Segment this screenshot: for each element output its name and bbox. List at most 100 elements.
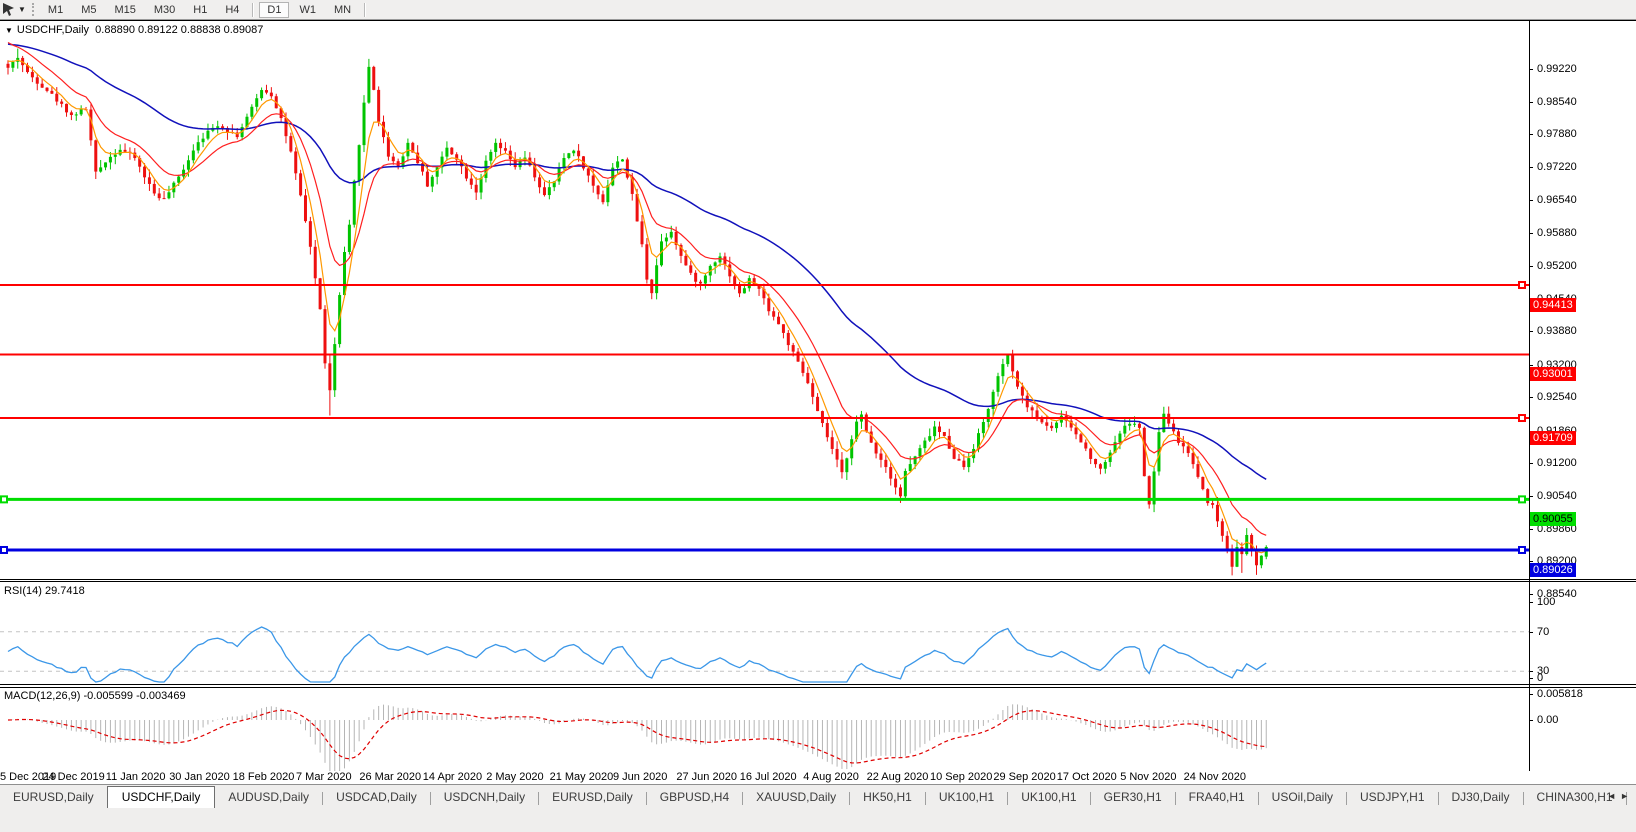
chart-tab-dj30-daily[interactable]: DJ30,Daily xyxy=(1439,788,1523,807)
chart-tab-bar: EURUSD,DailyUSDCHF,DailyAUDUSD,DailyUSDC… xyxy=(0,784,1636,832)
chart-tabs: EURUSD,DailyUSDCHF,DailyAUDUSD,DailyUSDC… xyxy=(0,785,1636,808)
timeframe-button-M1[interactable]: M1 xyxy=(40,2,71,18)
macd-tick-0.005818: 0.005818 xyxy=(1537,688,1583,700)
date-label: 14 Apr 2020 xyxy=(423,771,482,783)
rsi-panel[interactable] xyxy=(0,582,1529,684)
tab-scroll-arrows: ◄► xyxy=(1607,791,1633,801)
chart-tab-uk100-h1[interactable]: UK100,H1 xyxy=(1008,788,1089,807)
price-tick-0.92540: 0.92540 xyxy=(1537,391,1577,403)
timeframe-toolbar: ▼ M1M5M15M30H1H4 D1W1MN xyxy=(0,0,1636,20)
hline-handle-right[interactable] xyxy=(1519,282,1525,288)
date-scale[interactable]: 5 Dec 201924 Dec 201911 Jan 202030 Jan 2… xyxy=(0,771,1636,784)
hline-handle-left[interactable] xyxy=(1,496,7,502)
price-tick-0.98540: 0.98540 xyxy=(1537,96,1577,108)
scale-tick xyxy=(1529,632,1533,633)
macd-histogram-group xyxy=(8,704,1266,775)
cursor-tool-icon[interactable] xyxy=(1,2,17,18)
hline-price-label-0.90055: 0.90055 xyxy=(1530,512,1576,526)
date-label: 2 May 2020 xyxy=(486,771,543,783)
macd-tick-0.00: 0.00 xyxy=(1537,714,1558,726)
toolbar-divider xyxy=(252,3,254,17)
timeframe-button-D1[interactable]: D1 xyxy=(259,2,289,18)
date-label: 4 Aug 2020 xyxy=(803,771,859,783)
timeframe-button-M15[interactable]: M15 xyxy=(106,2,143,18)
chart-tab-usdchf-daily[interactable]: USDCHF,Daily xyxy=(107,786,216,808)
chart-tab-fra40-h1[interactable]: FRA40,H1 xyxy=(1176,788,1258,807)
scale-tick xyxy=(1529,69,1533,70)
hline-handle-right[interactable] xyxy=(1519,415,1525,421)
macd-label: MACD(12,26,9) -0.005599 -0.003469 xyxy=(4,690,186,702)
date-label: 17 Oct 2020 xyxy=(1057,771,1117,783)
hline-price-label-0.91709: 0.91709 xyxy=(1530,431,1576,445)
price-tick-0.90540: 0.90540 xyxy=(1537,490,1577,502)
timeframe-button-H1[interactable]: H1 xyxy=(185,2,215,18)
date-label: 7 Mar 2020 xyxy=(296,771,352,783)
chart-tab-eurusd-daily[interactable]: EURUSD,Daily xyxy=(539,788,646,807)
chart-tab-usdcnh-daily[interactable]: USDCNH,Daily xyxy=(431,788,538,807)
date-label: 26 Mar 2020 xyxy=(359,771,421,783)
tab-scroll-left-icon[interactable]: ◄ xyxy=(1607,791,1620,801)
chart-tab-ger30-h1[interactable]: GER30,H1 xyxy=(1091,788,1175,807)
chart-tab-usdcad-daily[interactable]: USDCAD,Daily xyxy=(323,788,430,807)
cursor-tool-caret-icon[interactable]: ▼ xyxy=(18,5,26,14)
rsi-line xyxy=(8,627,1266,682)
chart-tab-audusd-daily[interactable]: AUDUSD,Daily xyxy=(215,788,322,807)
scale-tick xyxy=(1529,167,1533,168)
ma-mid-line xyxy=(8,43,1266,536)
scale-tick xyxy=(1529,331,1533,332)
moving-averages-group xyxy=(8,43,1266,553)
toolbar-divider xyxy=(364,3,366,17)
chart-symbol-label: USDCHF,Daily xyxy=(17,24,89,36)
chart-tab-uk100-h1[interactable]: UK100,H1 xyxy=(926,788,1007,807)
main-price-panel[interactable] xyxy=(0,21,1529,579)
timeframe-button-MN[interactable]: MN xyxy=(326,2,359,18)
rsi-svg[interactable] xyxy=(0,582,1529,684)
ma-slow-line xyxy=(8,44,1266,479)
scale-tick xyxy=(1529,694,1533,695)
price-tick-0.91200: 0.91200 xyxy=(1537,457,1577,469)
scale-tick xyxy=(1529,233,1533,234)
timeframe-button-M5[interactable]: M5 xyxy=(73,2,104,18)
toolbar-grip[interactable] xyxy=(32,3,34,16)
hline-handle-right[interactable] xyxy=(1519,547,1525,553)
date-label: 11 Jan 2020 xyxy=(106,771,166,783)
main-chart-svg[interactable] xyxy=(0,21,1529,579)
chart-ohlc-values: 0.88890 0.89122 0.88838 0.89087 xyxy=(95,24,263,36)
hline-handle-left[interactable] xyxy=(1,547,7,553)
scale-tick xyxy=(1529,463,1533,464)
tab-scroll-right-icon[interactable]: ► xyxy=(1620,791,1633,801)
hline-handle-right[interactable] xyxy=(1519,496,1525,502)
scale-tick xyxy=(1529,496,1533,497)
hline-price-label-0.94413: 0.94413 xyxy=(1530,298,1576,312)
price-tick-0.99220: 0.99220 xyxy=(1537,63,1577,75)
timeframe-button-M30[interactable]: M30 xyxy=(146,2,183,18)
timeframe-button-H4[interactable]: H4 xyxy=(217,2,247,18)
chart-tab-usdjpy-h1[interactable]: USDJPY,H1 xyxy=(1347,788,1437,807)
chart-tab-usoil-daily[interactable]: USOil,Daily xyxy=(1259,788,1346,807)
price-scale-border xyxy=(1529,20,1530,790)
chart-tab-eurusd-daily[interactable]: EURUSD,Daily xyxy=(0,788,107,807)
chart-tab-gbpusd-h4[interactable]: GBPUSD,H4 xyxy=(647,788,742,807)
date-label: 27 Jun 2020 xyxy=(676,771,737,783)
scale-tick xyxy=(1529,529,1533,530)
horizontal-lines-group xyxy=(0,282,1529,553)
chart-tab-xauusd-daily[interactable]: XAUUSD,Daily xyxy=(743,788,849,807)
date-label: 30 Jan 2020 xyxy=(169,771,230,783)
date-label: 24 Nov 2020 xyxy=(1184,771,1246,783)
date-label: 16 Jul 2020 xyxy=(740,771,797,783)
chart-region[interactable]: ▼ USDCHF,Daily 0.88890 0.89122 0.88838 0.… xyxy=(0,20,1636,791)
price-tick-0.95880: 0.95880 xyxy=(1537,227,1577,239)
chart-tab-hk50-h1[interactable]: HK50,H1 xyxy=(850,788,925,807)
date-label: 10 Sep 2020 xyxy=(930,771,992,783)
scale-tick xyxy=(1529,365,1533,366)
indicator-collapse-icon[interactable]: ▼ xyxy=(5,26,13,35)
timeframe-button-W1[interactable]: W1 xyxy=(291,2,324,18)
date-label: 21 May 2020 xyxy=(550,771,614,783)
rsi-panel-bottom-border xyxy=(0,684,1636,685)
scale-tick xyxy=(1529,200,1533,201)
macd-signal-line xyxy=(8,710,1266,763)
date-label: 29 Sep 2020 xyxy=(993,771,1055,783)
scale-tick xyxy=(1529,134,1533,135)
scale-tick xyxy=(1529,671,1533,672)
chart-title: ▼ USDCHF,Daily 0.88890 0.89122 0.88838 0.… xyxy=(5,24,263,36)
